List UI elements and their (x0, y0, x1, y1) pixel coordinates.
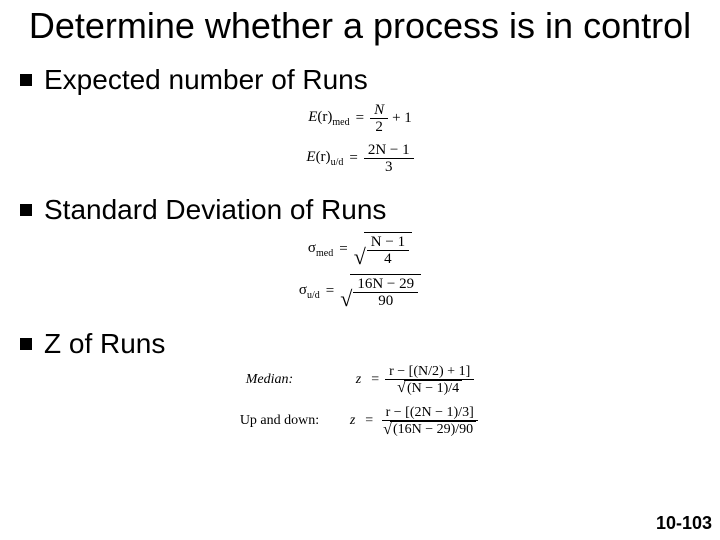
z-expression: z = r − [(2N − 1)/3] √ (16N − 29)/90 (350, 405, 480, 438)
bullet-mark-icon (20, 338, 32, 350)
bullet-std-dev-runs: Standard Deviation of Runs (20, 194, 700, 226)
formula-er-ud: E(r)u/d = 2N − 1 3 (306, 142, 413, 176)
equals-sign: = (371, 372, 379, 388)
formula-er-med: E(r)med = N 2 + 1 (308, 102, 412, 136)
sym-z: z (350, 413, 355, 429)
z-expression: z = r − [(N/2) + 1] √ (N − 1)/4 (356, 364, 474, 397)
sqrt: √ (N − 1)/4 (397, 380, 462, 396)
radicand: (N − 1)/4 (404, 380, 462, 396)
formula-lhs: E(r)med (308, 109, 349, 128)
bullet-text: Standard Deviation of Runs (44, 194, 386, 226)
fraction-den: 90 (374, 293, 397, 310)
fraction-den: √ (N − 1)/4 (393, 380, 466, 397)
fraction: r − [(2N − 1)/3] √ (16N − 29)/90 (379, 405, 480, 438)
radicand: N − 1 4 (364, 232, 412, 268)
sqrt: √ (16N − 29)/90 (383, 421, 476, 437)
sym-sigma: σ (308, 240, 316, 256)
formula-lhs: σu/d (299, 282, 320, 301)
fraction-num: N (370, 102, 388, 120)
fraction: N − 1 4 (367, 234, 409, 268)
fraction-num: N − 1 (367, 234, 409, 252)
bullet-text: Z of Runs (44, 328, 165, 360)
fraction: 2N − 1 3 (364, 142, 414, 176)
slide-title: Determine whether a process is in contro… (20, 0, 700, 46)
formula-lhs: σmed (308, 240, 333, 259)
formula-z-median: Median: z = r − [(N/2) + 1] √ (N − 1)/4 (246, 364, 474, 397)
sym-E: E (306, 149, 315, 165)
page-number: 10-103 (656, 513, 712, 534)
bullet-text: Expected number of Runs (44, 64, 368, 96)
formula-lhs: E(r)u/d (306, 149, 343, 168)
z-label-updown: Up and down: (240, 413, 350, 429)
sub-med: med (316, 248, 333, 259)
slide: Determine whether a process is in contro… (0, 0, 720, 540)
equals-sign: = (356, 110, 364, 127)
sym-r: (r) (316, 149, 331, 165)
sym-r: (r) (317, 109, 332, 125)
sym-sigma: σ (299, 282, 307, 298)
sqrt: √ N − 1 4 (354, 232, 412, 268)
formula-block-z: Median: z = r − [(N/2) + 1] √ (N − 1)/4 … (20, 364, 700, 438)
fraction-den: √ (16N − 29)/90 (379, 421, 480, 438)
bullet-expected-runs: Expected number of Runs (20, 64, 700, 96)
equals-sign: = (326, 283, 334, 300)
formula-sd-med: σmed = √ N − 1 4 (308, 232, 412, 268)
sym-E: E (308, 109, 317, 125)
fraction-den: 4 (380, 251, 396, 268)
fraction: 16N − 29 90 (353, 276, 418, 310)
bullet-mark-icon (20, 204, 32, 216)
sub-med: med (332, 117, 349, 128)
fraction: N 2 (370, 102, 388, 136)
bullet-mark-icon (20, 74, 32, 86)
fraction: r − [(N/2) + 1] √ (N − 1)/4 (385, 364, 474, 397)
fraction-num: 16N − 29 (353, 276, 418, 294)
fraction-den: 2 (371, 119, 387, 136)
fraction-den: 3 (381, 159, 397, 176)
sym-z: z (356, 372, 361, 388)
fraction-num: r − [(2N − 1)/3] (382, 405, 478, 421)
sub-ud: u/d (331, 157, 344, 168)
equals-sign: = (365, 413, 373, 429)
formula-sd-ud: σu/d = √ 16N − 29 90 (299, 274, 421, 310)
fraction-num: 2N − 1 (364, 142, 414, 160)
equals-sign: = (349, 150, 357, 167)
radicand: (16N − 29)/90 (390, 421, 476, 437)
radicand: 16N − 29 90 (350, 274, 421, 310)
formula-block-expected: E(r)med = N 2 + 1 E(r)u/d = 2N − 1 3 (20, 102, 700, 176)
plus-one: + 1 (392, 110, 412, 127)
equals-sign: = (339, 241, 347, 258)
z-label-median: Median: (246, 372, 356, 388)
sub-ud: u/d (307, 290, 320, 301)
fraction-num: r − [(N/2) + 1] (385, 364, 474, 380)
formula-block-stddev: σmed = √ N − 1 4 σu/d = √ (20, 232, 700, 310)
formula-z-updown: Up and down: z = r − [(2N − 1)/3] √ (16N… (240, 405, 480, 438)
sqrt: √ 16N − 29 90 (340, 274, 421, 310)
bullet-z-runs: Z of Runs (20, 328, 700, 360)
